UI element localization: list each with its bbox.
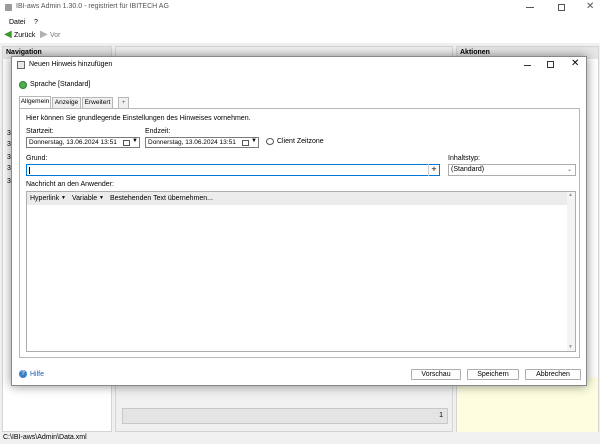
dialog-minimize-icon[interactable] <box>524 65 531 66</box>
scroll-up-icon[interactable]: ▲ <box>568 192 573 198</box>
chevron-down-icon: ⌄ <box>567 167 573 173</box>
chevron-down-icon[interactable]: ▼ <box>99 195 104 201</box>
message-editor[interactable]: Hyperlink ▼ Variable ▼ Bestehenden Text … <box>26 191 576 352</box>
add-notice-dialog: Neuen Hinweis hinzufügen ✕ Sprache [Stan… <box>11 56 587 386</box>
reason-label: Grund: <box>26 155 48 162</box>
scroll-down-icon[interactable]: ▼ <box>568 344 573 350</box>
tab-anzeige[interactable]: Anzeige <box>52 97 81 108</box>
reason-input[interactable]: + <box>26 164 440 176</box>
cancel-button[interactable]: Abbrechen <box>525 369 581 380</box>
chevron-down-icon[interactable]: ▼ <box>61 195 66 201</box>
end-datetime-field[interactable]: Donnerstag, 13.06.2024 13:51 ▼ <box>145 137 259 148</box>
actions-title: Aktionen <box>460 49 490 56</box>
start-datetime-value: Donnerstag, 13.06.2024 13:51 <box>29 139 117 146</box>
tab-page-allgemein: Hier können Sie grundlegende Einstellung… <box>19 108 580 358</box>
navigation-title: Navigation <box>6 49 42 56</box>
toolbar: ◀ Zurück ▶ Vor <box>0 29 600 43</box>
dialog-close-icon[interactable]: ✕ <box>571 58 579 69</box>
content-type-select[interactable]: (Standard) ⌄ <box>448 164 576 176</box>
maximize-icon[interactable] <box>558 4 565 11</box>
list-footer: 1 <box>122 408 448 424</box>
status-bar: C:\IBI-aws\Admin\Data.xml <box>0 432 600 444</box>
back-label: Zurück <box>14 32 36 39</box>
arrow-left-icon: ◀ <box>4 29 12 40</box>
description-text: Hier können Sie grundlegende Einstellung… <box>26 115 251 122</box>
menu-bar: Datei ? <box>0 16 600 29</box>
minimize-icon[interactable] <box>526 7 534 8</box>
chevron-down-icon[interactable]: ▼ <box>132 138 138 144</box>
app-title-bar: IBI-aws Admin 1.30.0 - registriert für I… <box>0 0 600 16</box>
content-type-value: (Standard) <box>451 166 485 173</box>
end-label: Endzeit: <box>145 128 171 135</box>
client-timezone-label: Client Zeitzone <box>277 138 324 145</box>
app-icon <box>5 4 12 11</box>
app-title: IBI-aws Admin 1.30.0 - registriert für I… <box>16 3 169 10</box>
tab-add[interactable]: + <box>118 97 129 108</box>
page-number: 1 <box>439 412 443 419</box>
text-cursor <box>29 167 30 174</box>
menu-help[interactable]: ? <box>34 19 38 26</box>
editor-scrollbar[interactable]: ▲ ▼ <box>567 192 575 351</box>
close-icon[interactable]: ✕ <box>586 1 594 12</box>
help-icon: ? <box>19 370 27 378</box>
start-datetime-field[interactable]: Donnerstag, 13.06.2024 13:51 ▼ <box>26 137 140 148</box>
end-datetime-value: Donnerstag, 13.06.2024 13:51 <box>148 139 236 146</box>
calendar-icon[interactable] <box>123 140 130 146</box>
arrow-right-icon: ▶ <box>40 29 48 40</box>
start-label: Startzeit: <box>26 128 54 135</box>
preview-button[interactable]: Vorschau <box>411 369 461 380</box>
calendar-icon[interactable] <box>242 140 249 146</box>
client-timezone-toggle[interactable]: Client Zeitzone <box>266 137 326 148</box>
status-path: C:\IBI-aws\Admin\Data.xml <box>3 434 87 441</box>
timezone-icon <box>266 138 274 145</box>
message-label: Nachricht an den Anwender: <box>26 181 114 188</box>
editor-toolbar: Hyperlink ▼ Variable ▼ Bestehenden Text … <box>27 192 567 205</box>
adopt-existing-text-button[interactable]: Bestehenden Text übernehmen... <box>110 195 213 202</box>
globe-icon <box>19 81 27 89</box>
dialog-title: Neuen Hinweis hinzufügen <box>29 61 113 68</box>
tab-erweitert[interactable]: Erweitert <box>82 97 113 108</box>
hyperlink-dropdown[interactable]: Hyperlink <box>30 195 59 202</box>
dialog-icon <box>17 61 25 69</box>
forward-button[interactable]: ▶ Vor <box>40 29 68 42</box>
chevron-down-icon[interactable]: ▼ <box>251 138 257 144</box>
back-button[interactable]: ◀ Zurück <box>3 29 39 42</box>
dialog-maximize-icon[interactable] <box>547 61 554 68</box>
forward-label: Vor <box>50 32 61 39</box>
help-label: Hilfe <box>30 371 45 378</box>
language-selector[interactable]: Sprache [Standard] <box>30 81 90 88</box>
save-button[interactable]: Speichern <box>467 369 519 380</box>
help-link[interactable]: ? Hilfe <box>19 370 49 381</box>
variable-dropdown[interactable]: Variable <box>72 195 97 202</box>
menu-datei[interactable]: Datei <box>9 19 25 26</box>
content-type-label: Inhaltstyp: <box>448 155 480 162</box>
add-reason-button[interactable]: + <box>428 164 439 176</box>
